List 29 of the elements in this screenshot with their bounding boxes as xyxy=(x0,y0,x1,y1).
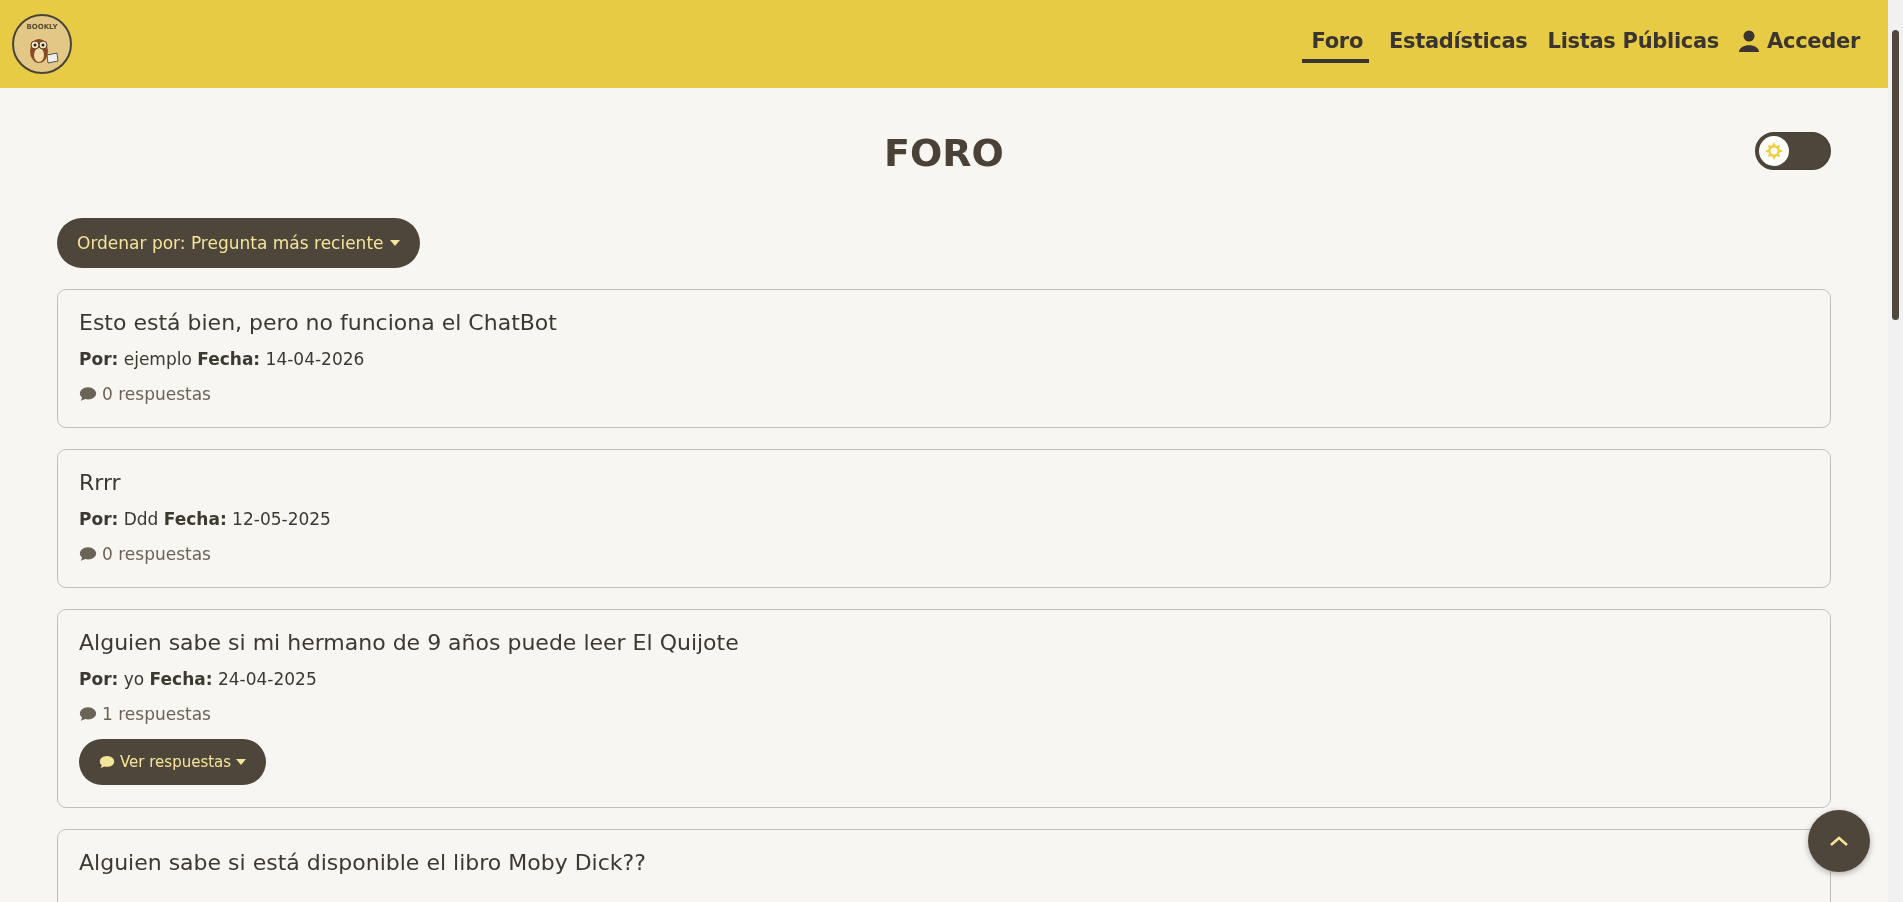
nav-link[interactable]: Estadísticas xyxy=(1389,25,1528,63)
nav-link[interactable]: Foro xyxy=(1301,25,1369,63)
scroll-to-top-button[interactable] xyxy=(1808,810,1870,872)
chevron-up-icon xyxy=(1829,835,1849,847)
caret-icon xyxy=(389,240,400,246)
speech-bubble-icon xyxy=(79,386,97,402)
reply-count: 1 respuestas xyxy=(102,704,211,724)
sun-icon xyxy=(1764,141,1784,161)
speech-bubble-icon xyxy=(79,546,97,562)
speech-bubble-icon xyxy=(99,755,115,769)
theme-toggle[interactable] xyxy=(1755,132,1831,170)
reply-count: 0 respuestas xyxy=(102,384,211,404)
sort-dropdown[interactable]: Ordenar por: Pregunta más reciente xyxy=(57,218,420,268)
question-title[interactable]: Alguien sabe si está disponible el libro Moby Dick?? xyxy=(79,850,1809,875)
nav-link[interactable]: Acceder xyxy=(1739,25,1860,63)
question-title[interactable]: Rrrr xyxy=(79,470,1809,495)
nav-link[interactable]: Listas Públicas xyxy=(1547,25,1720,63)
question-meta: Por: Ddd Fecha: 12-05-2025 xyxy=(79,509,332,529)
reply-count: 0 respuestas xyxy=(102,544,211,564)
page-title: FORO xyxy=(884,131,1004,175)
question-title[interactable]: Esto está bien, pero no funciona el ChatBot xyxy=(79,310,1809,335)
speech-bubble-icon xyxy=(79,706,97,722)
scrollbar[interactable] xyxy=(1888,0,1903,902)
user-icon xyxy=(1739,30,1760,52)
question-title[interactable]: Alguien sabe si mi hermano de 9 años puede leer El Quijote xyxy=(79,630,1809,655)
question-meta: Por: yo Fecha: 24-04-2025 xyxy=(79,669,318,689)
question-meta: Por: ejemplo Fecha: 14-04-2026 xyxy=(79,349,366,369)
view-replies-button[interactable]: Ver respuestas xyxy=(79,739,267,785)
caret-icon xyxy=(236,759,247,765)
